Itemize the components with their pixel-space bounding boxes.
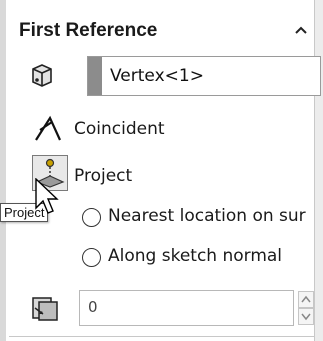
- coincident-label[interactable]: Coincident: [74, 119, 165, 139]
- offset-input[interactable]: 0: [79, 290, 294, 326]
- divider: [9, 336, 314, 337]
- reference-selection-field[interactable]: Vertex<1>: [87, 56, 321, 96]
- coincident-icon[interactable]: [32, 112, 64, 146]
- reference-value: Vertex<1>: [110, 66, 204, 86]
- distance-icon: [32, 297, 58, 321]
- chevron-up-icon: [301, 295, 311, 303]
- radio-along-sketch-normal[interactable]: [82, 248, 101, 267]
- cube-icon: [32, 64, 52, 87]
- project-label[interactable]: Project: [74, 166, 132, 186]
- selection-color-swatch: [88, 57, 102, 95]
- offset-value: 0: [88, 298, 98, 316]
- panel-header[interactable]: First Reference: [9, 0, 314, 50]
- option-along-sketch-normal-label[interactable]: Along sketch normal: [108, 246, 282, 266]
- panel-title: First Reference: [19, 20, 158, 41]
- scrollbar[interactable]: [314, 0, 323, 341]
- chevron-down-icon: [301, 313, 311, 321]
- mouse-pointer-icon: [35, 178, 59, 214]
- chevron-up-icon[interactable]: [294, 24, 308, 36]
- first-reference-panel: First Reference Vertex<1> Coincident Pro…: [9, 0, 321, 341]
- option-nearest-location-label[interactable]: Nearest location on sur: [108, 206, 306, 226]
- spin-up-button[interactable]: [298, 291, 314, 308]
- offset-spinner[interactable]: [298, 291, 314, 325]
- left-border: [0, 0, 6, 341]
- spin-down-button[interactable]: [298, 308, 314, 325]
- radio-nearest-location[interactable]: [82, 208, 101, 227]
- property-manager: First Reference Vertex<1> Coincident Pro…: [0, 0, 323, 341]
